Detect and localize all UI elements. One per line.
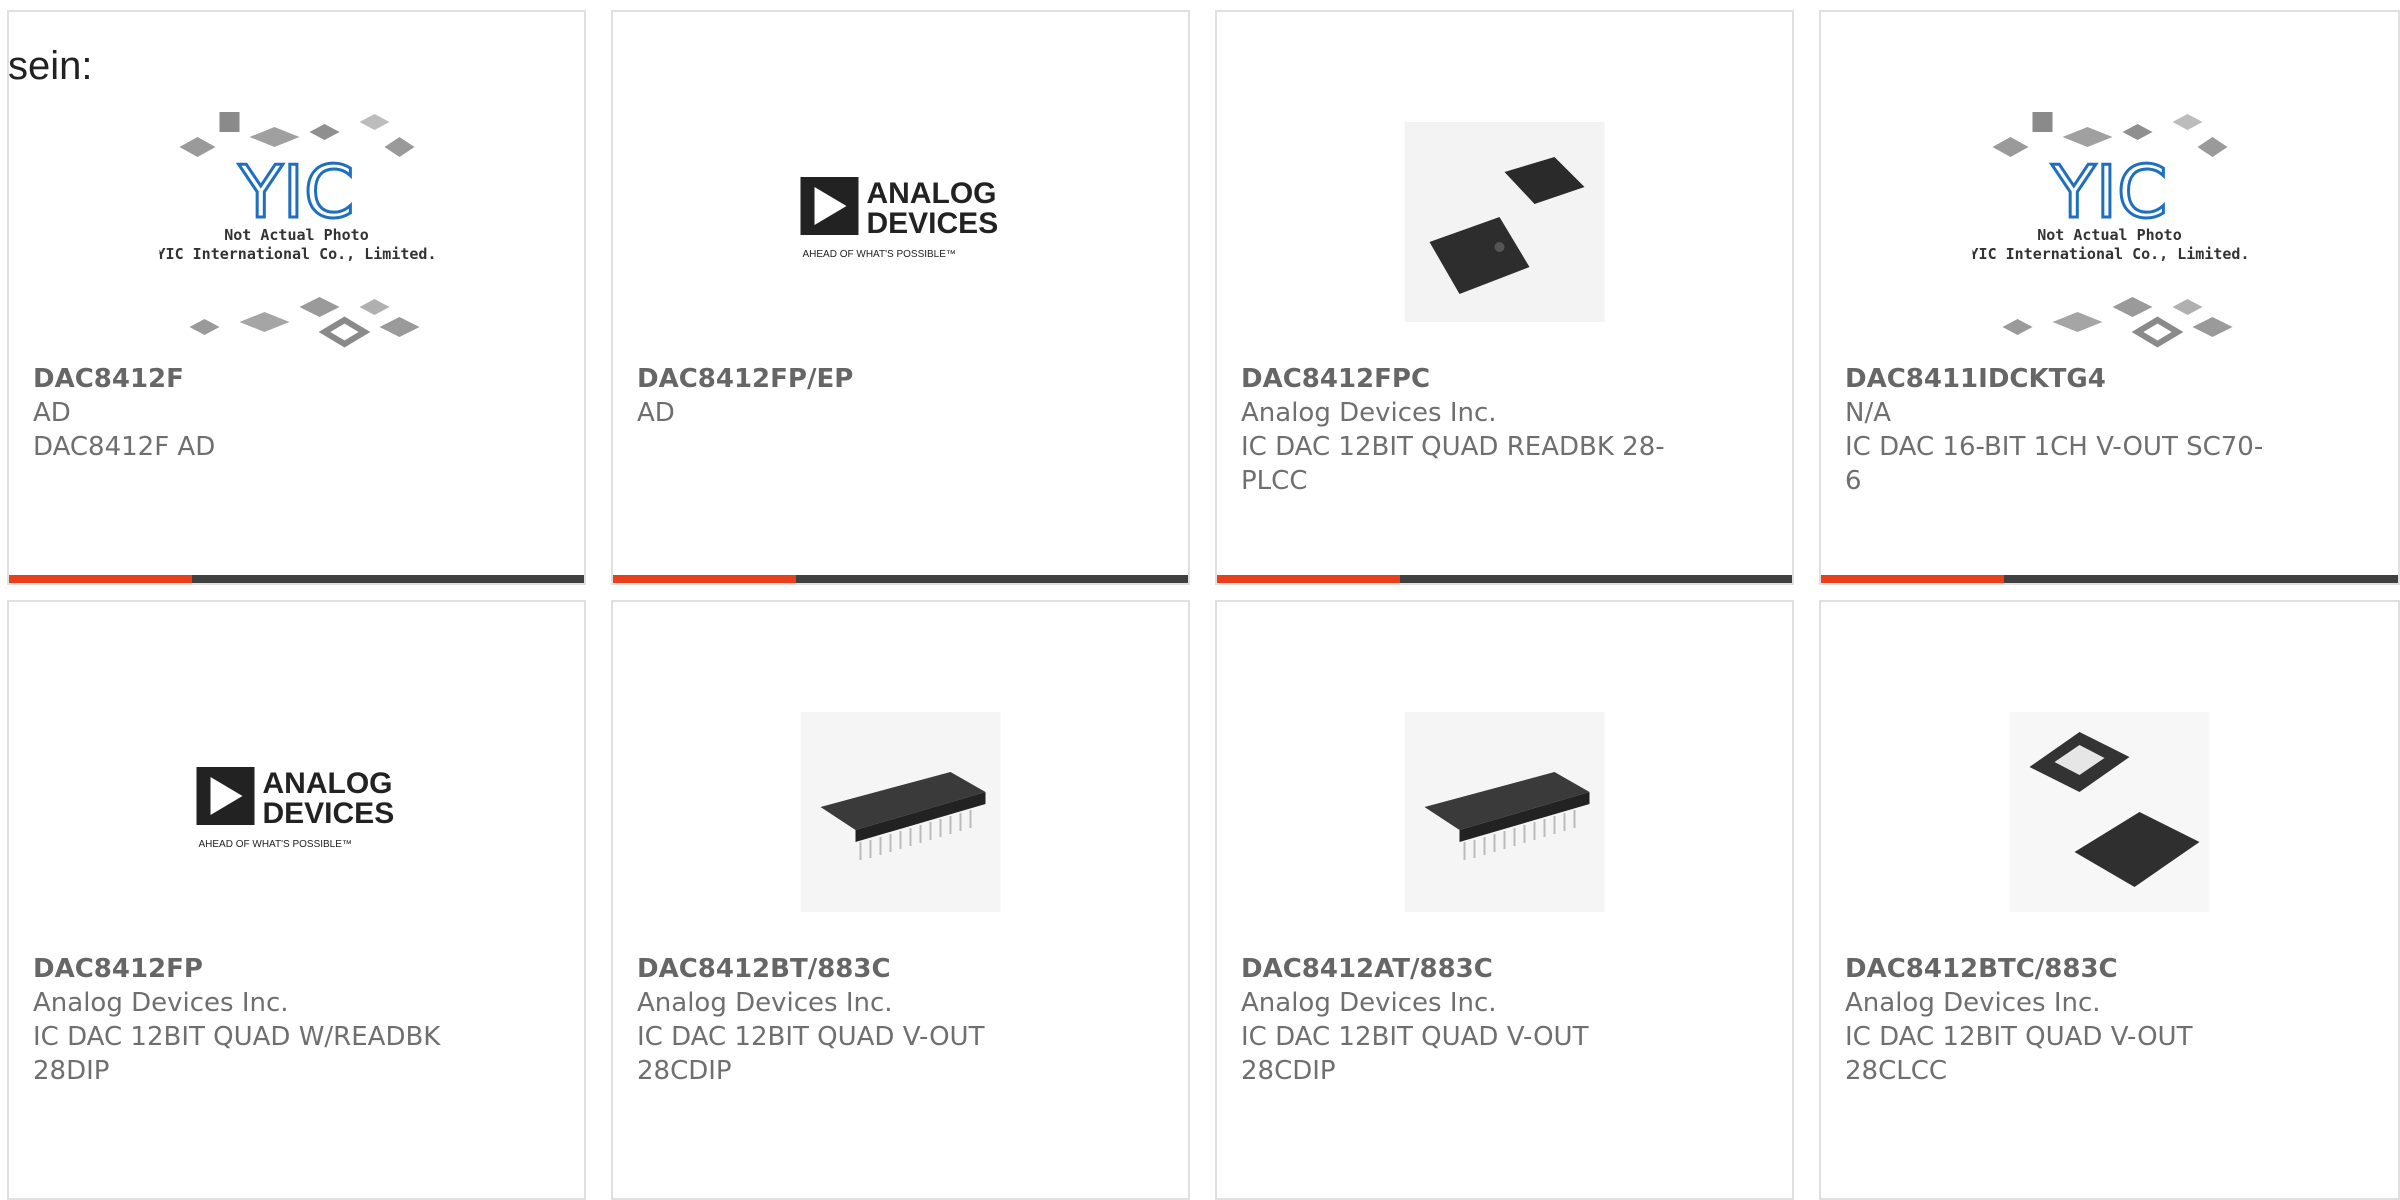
description: IC DAC 12BIT QUAD V-OUT: [1241, 1022, 1589, 1052]
product-info: DAC8412AT/883C Analog Devices Inc. IC DA…: [1241, 952, 1681, 1088]
card-bottom-bar: [1821, 575, 2398, 583]
manufacturer: AD: [637, 398, 675, 428]
part-number-link[interactable]: DAC8412FP/EP: [637, 362, 1077, 396]
description: IC DAC 12BIT QUAD W/READBK: [33, 1022, 441, 1052]
product-card[interactable]: Not Actual Photo YIC International Co., …: [7, 10, 586, 585]
manufacturer: Analog Devices Inc.: [33, 988, 289, 1018]
description-cont: 28CDIP: [1241, 1056, 1336, 1086]
product-info: DAC8411IDCKTG4 N/A IC DAC 16-BIT 1CH V-O…: [1845, 362, 2285, 498]
product-card[interactable]: DAC8412BT/883C Analog Devices Inc. IC DA…: [611, 600, 1190, 1200]
product-image[interactable]: [1972, 672, 2247, 952]
manufacturer: N/A: [1845, 398, 1891, 428]
svg-text:Not Actual Photo: Not Actual Photo: [224, 226, 369, 244]
part-number-link[interactable]: DAC8412AT/883C: [1241, 952, 1681, 986]
analog-devices-logo: [196, 767, 395, 850]
intro-text: sein:: [8, 44, 93, 88]
product-info: DAC8412BT/883C Analog Devices Inc. IC DA…: [637, 952, 1077, 1088]
description-cont: 28CLCC: [1845, 1056, 1948, 1086]
product-card[interactable]: DAC8412FP/EP AD: [611, 10, 1190, 585]
svg-text:YIC International Co., Limited: YIC International Co., Limited.: [1972, 245, 2247, 263]
description: DAC8412F AD: [33, 432, 216, 462]
product-info: DAC8412BTC/883C Analog Devices Inc. IC D…: [1845, 952, 2285, 1088]
description-cont: 6: [1845, 466, 1862, 496]
svg-text:YIC International Co., Limited: YIC International Co., Limited.: [159, 245, 434, 263]
product-card[interactable]: DAC8412BTC/883C Analog Devices Inc. IC D…: [1819, 600, 2400, 1200]
yic-placeholder-image: Not Actual Photo YIC International Co., …: [1972, 92, 2247, 352]
plcc-chip-image: [1404, 122, 1605, 322]
description-cont: PLCC: [1241, 466, 1308, 496]
svg-text:Not Actual Photo: Not Actual Photo: [2037, 226, 2182, 244]
bar-accent: [9, 575, 192, 583]
bar-accent: [1217, 575, 1400, 583]
product-image[interactable]: [1367, 82, 1642, 362]
description-cont: 28DIP: [33, 1056, 110, 1086]
manufacturer: AD: [33, 398, 71, 428]
product-card[interactable]: DAC8412AT/883C Analog Devices Inc. IC DA…: [1215, 600, 1794, 1200]
product-card[interactable]: DAC8412FPC Analog Devices Inc. IC DAC 12…: [1215, 10, 1794, 585]
description: IC DAC 12BIT QUAD V-OUT: [1845, 1022, 2193, 1052]
product-image[interactable]: Not Actual Photo YIC International Co., …: [1972, 82, 2247, 362]
product-image[interactable]: [159, 672, 434, 952]
product-info: DAC8412FP Analog Devices Inc. IC DAC 12B…: [33, 952, 473, 1088]
dip-chip-image: [800, 712, 1001, 912]
card-bottom-bar: [9, 575, 584, 583]
manufacturer: Analog Devices Inc.: [1845, 988, 2101, 1018]
card-bottom-bar: [613, 575, 1188, 583]
dip-chip-image: [1404, 712, 1605, 912]
bar-accent: [613, 575, 796, 583]
product-info: DAC8412FP/EP AD: [637, 362, 1077, 430]
description-cont: 28CDIP: [637, 1056, 732, 1086]
card-bottom-bar: [1217, 575, 1792, 583]
product-card[interactable]: Not Actual Photo YIC International Co., …: [1819, 10, 2400, 585]
part-number-link[interactable]: DAC8411IDCKTG4: [1845, 362, 2285, 396]
description: IC DAC 12BIT QUAD READBK 28-: [1241, 432, 1665, 462]
manufacturer: Analog Devices Inc.: [1241, 988, 1497, 1018]
product-card[interactable]: DAC8412FP Analog Devices Inc. IC DAC 12B…: [7, 600, 586, 1200]
manufacturer: Analog Devices Inc.: [1241, 398, 1497, 428]
analog-devices-logo: [800, 177, 999, 260]
part-number-link[interactable]: DAC8412BT/883C: [637, 952, 1077, 986]
product-image[interactable]: Not Actual Photo YIC International Co., …: [159, 82, 434, 362]
part-number-link[interactable]: DAC8412BTC/883C: [1845, 952, 2285, 986]
product-info: DAC8412FPC Analog Devices Inc. IC DAC 12…: [1241, 362, 1681, 498]
bar-accent: [1821, 575, 2004, 583]
lcc-chip-image: [2009, 712, 2210, 912]
yic-placeholder-image: Not Actual Photo YIC International Co., …: [159, 92, 434, 352]
product-info: DAC8412F AD DAC8412F AD: [33, 362, 473, 464]
part-number-link[interactable]: DAC8412FP: [33, 952, 473, 986]
description: IC DAC 16-BIT 1CH V-OUT SC70-: [1845, 432, 2264, 462]
part-number-link[interactable]: DAC8412FPC: [1241, 362, 1681, 396]
part-number-link[interactable]: DAC8412F: [33, 362, 473, 396]
description: IC DAC 12BIT QUAD V-OUT: [637, 1022, 985, 1052]
manufacturer: Analog Devices Inc.: [637, 988, 893, 1018]
product-image[interactable]: [1367, 672, 1642, 952]
product-image[interactable]: [763, 672, 1038, 952]
product-image[interactable]: [763, 82, 1038, 362]
